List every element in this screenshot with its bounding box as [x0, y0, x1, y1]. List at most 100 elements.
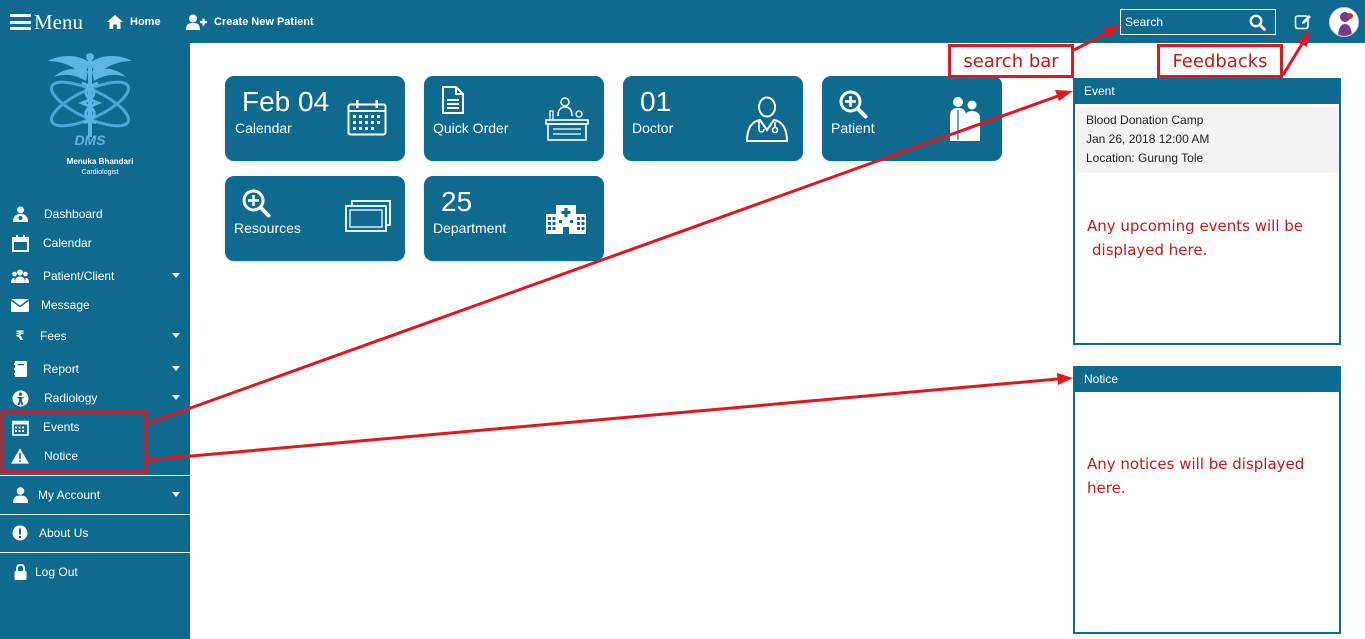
tile-resources[interactable]: Resources [225, 176, 405, 261]
sidebar-item-about-us[interactable]: About Us [0, 519, 190, 547]
events-calendar-icon [11, 418, 29, 436]
caduceus-logo-icon: DMS [48, 53, 132, 148]
radiology-icon [11, 389, 29, 407]
sidebar-item-radiology[interactable]: Radiology [0, 384, 190, 412]
create-new-patient-label: Create New Patient [214, 16, 314, 28]
event-panel: Event Blood Donation Camp Jan 26, 2018 1… [1073, 78, 1341, 345]
tile-department[interactable]: 25 Department [424, 176, 604, 261]
report-book-icon [11, 360, 29, 378]
sidebar-item-calendar[interactable]: Calendar [0, 229, 190, 257]
hospital-icon [546, 205, 586, 234]
sidebar-item-label: Message [41, 298, 90, 312]
sidebar-item-notice[interactable]: Notice [0, 442, 190, 470]
sidebar-item-label: Fees [40, 329, 67, 343]
event-panel-title: Event [1075, 80, 1339, 104]
sidebar-divider [0, 514, 190, 515]
tile-label: Quick Order [433, 120, 509, 136]
sidebar-item-report[interactable]: Report [0, 355, 190, 383]
home-icon [107, 15, 123, 29]
tile-label: Doctor [632, 120, 674, 136]
sidebar-item-message[interactable]: Message [0, 291, 190, 319]
sidebar-item-label: Patient/Client [43, 269, 115, 283]
resources-cards-icon [345, 200, 391, 232]
avatar[interactable] [1329, 7, 1359, 37]
tile-value: 25 [441, 186, 473, 217]
chevron-down-icon [172, 273, 180, 278]
tile-label: Department [433, 220, 507, 236]
doctor-icon [745, 96, 789, 142]
rupee-icon: ₹ [15, 328, 25, 344]
sidebar-item-label: Events [43, 420, 80, 434]
tile-label: Resources [234, 220, 301, 236]
sidebar-item-label: Dashboard [44, 207, 103, 221]
menu-label: Menu [34, 10, 83, 34]
sidebar: DMS Menuka Bhandari Cardiologist Dashboa… [0, 43, 190, 639]
user-icon [11, 486, 29, 504]
sidebar-item-label: Notice [44, 449, 79, 463]
sidebar-divider [0, 552, 190, 553]
sidebar-item-log-out[interactable]: Log Out [0, 558, 190, 586]
sidebar-item-patient-client[interactable]: Patient/Client [0, 262, 190, 290]
lock-icon [11, 563, 29, 581]
tile-patient[interactable]: Patient [822, 76, 1002, 161]
sidebar-item-my-account[interactable]: My Account [0, 481, 190, 509]
tile-label: Calendar [235, 120, 292, 136]
chevron-down-icon [172, 333, 180, 338]
event-note-line2: displayed here. [1092, 241, 1208, 259]
envelope-icon [11, 296, 29, 314]
sidebar-item-fees[interactable]: ₹ Fees [0, 322, 190, 350]
patients-icon [11, 267, 29, 285]
calendar-icon [11, 234, 29, 252]
search-plus-icon [242, 189, 271, 218]
notice-panel-title: Notice [1075, 368, 1339, 392]
sidebar-item-events[interactable]: Events [0, 413, 190, 441]
tile-quick-order[interactable]: Quick Order [424, 76, 604, 161]
sidebar-item-label: Calendar [43, 236, 92, 250]
calendar-grid-icon [347, 100, 387, 136]
sidebar-item-label: Radiology [44, 391, 98, 405]
document-icon [442, 86, 464, 114]
home-link[interactable]: Home [107, 12, 161, 32]
lab-technician-icon [545, 97, 589, 141]
sidebar-divider [0, 475, 190, 476]
add-user-icon [186, 14, 207, 30]
info-icon [11, 524, 29, 542]
chevron-down-icon [172, 366, 180, 371]
create-new-patient-link[interactable]: Create New Patient [186, 12, 314, 32]
tile-calendar[interactable]: Feb 04 Calendar [225, 76, 405, 161]
event-item[interactable]: Blood Donation Camp Jan 26, 2018 12:00 A… [1077, 107, 1339, 173]
event-note-line1: Any upcoming events will be [1087, 217, 1304, 235]
logo-text: DMS [74, 132, 106, 148]
event-location: Location: Gurung Tole [1086, 151, 1204, 165]
top-navbar: Menu Home Create New Patient [0, 0, 1365, 43]
sidebar-item-dashboard[interactable]: Dashboard [0, 200, 190, 228]
tile-value: 01 [640, 86, 672, 117]
sidebar-item-label: My Account [38, 488, 101, 502]
chevron-down-icon [172, 395, 180, 400]
sidebar-item-label: Log Out [35, 565, 78, 579]
chevron-down-icon [172, 492, 180, 497]
notice-panel: Notice Any notices will be displayed her… [1073, 366, 1341, 634]
search-icon[interactable] [1249, 14, 1266, 31]
search-input[interactable] [1125, 13, 1243, 31]
user-avatar-icon [1338, 12, 1353, 36]
notice-note-line2: here. [1087, 479, 1126, 497]
feedbacks-annotation: Feedbacks [1157, 44, 1283, 78]
tile-value: Feb 04 [242, 86, 330, 117]
search-bar-annotation: search bar [948, 44, 1074, 78]
user-role: Cardiologist [81, 169, 119, 176]
menu-toggle-button[interactable]: Menu [10, 9, 83, 35]
home-label: Home [130, 16, 161, 28]
tile-doctor[interactable]: 01 Doctor [623, 76, 803, 161]
user-name: Menuka Bhandari [66, 157, 134, 166]
notice-note-line1: Any notices will be displayed [1087, 455, 1305, 473]
event-date: Jan 26, 2018 12:00 AM [1086, 132, 1210, 146]
tile-label: Patient [831, 120, 875, 136]
search-bar [1120, 9, 1276, 35]
hamburger-icon [10, 14, 31, 30]
feedback-edit-icon[interactable] [1294, 13, 1312, 31]
search-plus-icon [839, 90, 868, 119]
warning-icon [11, 447, 29, 465]
sidebar-item-label: Report [43, 362, 80, 376]
doctor-patient-icon [950, 97, 980, 141]
